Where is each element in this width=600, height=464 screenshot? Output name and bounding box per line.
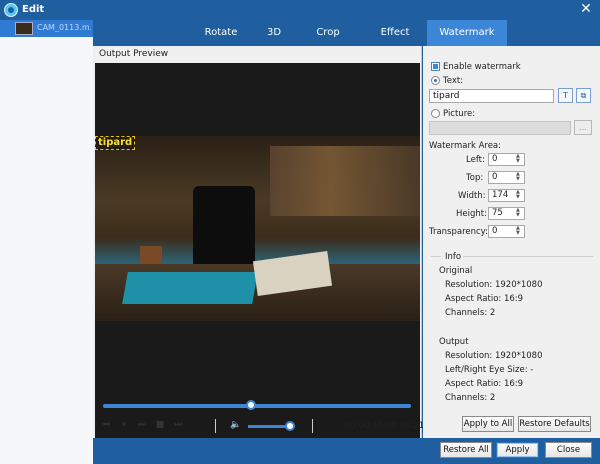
- tab-effect[interactable]: Effect: [363, 20, 427, 46]
- output-heading: Output: [439, 337, 469, 347]
- stop-icon[interactable]: ■: [154, 419, 166, 431]
- playback-controls: ⏮ ⏸ ⏭ ■ ⏭ 🔈 00:00:10/00:00:21: [95, 416, 424, 436]
- left-value: 0: [492, 154, 498, 164]
- watermark-settings-panel: Enable watermark Text: tipard T ⧉ Pictur…: [423, 46, 600, 438]
- info-group-line: [431, 256, 441, 257]
- transparency-stepper[interactable]: 0 ▲ ▼: [488, 225, 525, 238]
- top-label: Top:: [466, 173, 484, 183]
- info-title: Info: [445, 252, 462, 262]
- pause-icon[interactable]: ⏸: [118, 419, 130, 431]
- text-radio[interactable]: [431, 76, 440, 85]
- left-label: Left:: [466, 155, 485, 165]
- restore-all-button[interactable]: Restore All: [440, 442, 492, 458]
- transparency-label: Transparency:: [429, 227, 488, 237]
- enable-watermark-label: Enable watermark: [443, 62, 521, 72]
- stepper-arrows-icon[interactable]: ▲ ▼: [516, 226, 523, 237]
- info-group-line: [463, 256, 593, 257]
- seek-bar[interactable]: [103, 400, 411, 410]
- restore-defaults-button[interactable]: Restore Defaults: [518, 416, 591, 432]
- stepper-arrows-icon[interactable]: ▲ ▼: [516, 154, 523, 165]
- transparency-value: 0: [492, 226, 498, 236]
- top-value: 0: [492, 172, 498, 182]
- app-logo-icon: [4, 3, 18, 17]
- previous-icon[interactable]: ⏮: [100, 419, 112, 431]
- top-stepper[interactable]: 0 ▲ ▼: [488, 171, 525, 184]
- time-display: 00:00:10/00:00:21: [345, 421, 425, 431]
- original-channels: Channels: 2: [445, 308, 496, 318]
- volume-icon[interactable]: 🔈: [230, 419, 242, 431]
- left-stepper[interactable]: 0 ▲ ▼: [488, 153, 525, 166]
- window-title: Edit: [22, 4, 45, 15]
- volume-handle[interactable]: [284, 421, 295, 431]
- file-name: CAM_0113.m...: [37, 23, 91, 32]
- original-aspect-ratio: Aspect Ratio: 16:9: [445, 294, 524, 304]
- enable-watermark-checkbox[interactable]: [431, 62, 440, 71]
- output-eye-size: Left/Right Eye Size: -: [445, 365, 534, 375]
- next-frame-icon[interactable]: ⏭: [136, 419, 148, 431]
- original-resolution: Resolution: 1920*1080: [445, 280, 543, 290]
- end-icon[interactable]: ⏭: [172, 419, 184, 431]
- text-label: Text:: [443, 76, 464, 86]
- apply-button[interactable]: Apply: [496, 442, 539, 458]
- edit-window: Edit ✕ CAM_0113.m... Rotate 3D Crop Effe…: [0, 0, 600, 464]
- preview-panel: Output Preview tipard: [93, 46, 422, 443]
- apply-to-all-button[interactable]: Apply to All: [462, 416, 514, 432]
- video-frame: tipard: [95, 136, 420, 321]
- volume-slider[interactable]: [248, 425, 290, 428]
- controls-divider: [215, 419, 216, 433]
- close-button[interactable]: Close: [545, 442, 592, 458]
- tab-bar: Rotate 3D Crop Effect Watermark: [93, 20, 600, 46]
- stepper-arrows-icon[interactable]: ▲ ▼: [516, 172, 523, 183]
- bookshelf-scene: [270, 146, 420, 216]
- picture-path-input[interactable]: [429, 121, 571, 135]
- height-stepper[interactable]: 75 ▲ ▼: [488, 207, 525, 220]
- picture-label: Picture:: [443, 109, 476, 119]
- teal-box-scene: [122, 272, 258, 304]
- tab-3d[interactable]: 3D: [255, 20, 293, 46]
- width-stepper[interactable]: 174 ▲ ▼: [488, 189, 525, 202]
- tab-watermark[interactable]: Watermark: [427, 20, 507, 46]
- file-list-item[interactable]: CAM_0113.m...: [0, 20, 93, 37]
- controls-divider: [312, 419, 313, 433]
- output-preview-label: Output Preview: [99, 49, 169, 59]
- picture-radio[interactable]: [431, 109, 440, 118]
- video-thumbnail: [15, 22, 33, 35]
- browse-picture-button[interactable]: ...: [574, 120, 592, 135]
- height-value: 75: [492, 208, 503, 218]
- dialog-footer: Restore All Apply Close: [93, 438, 600, 464]
- tab-crop[interactable]: Crop: [293, 20, 363, 46]
- watermark-overlay[interactable]: tipard: [95, 136, 136, 150]
- output-aspect-ratio: Aspect Ratio: 16:9: [445, 379, 524, 389]
- video-preview: tipard: [95, 63, 420, 443]
- output-channels: Channels: 2: [445, 393, 496, 403]
- tab-rotate[interactable]: Rotate: [187, 20, 255, 46]
- file-list: CAM_0113.m...: [0, 20, 93, 464]
- text-color-button[interactable]: ⧉: [576, 88, 591, 103]
- output-resolution: Resolution: 1920*1080: [445, 351, 543, 361]
- original-heading: Original: [439, 266, 473, 276]
- stepper-arrows-icon[interactable]: ▲ ▼: [516, 208, 523, 219]
- watermark-text-input[interactable]: tipard: [429, 89, 554, 103]
- width-value: 174: [492, 190, 509, 200]
- height-label: Height:: [456, 209, 487, 219]
- window-close-button[interactable]: ✕: [578, 1, 594, 17]
- watermark-area-label: Watermark Area:: [429, 141, 502, 151]
- chair-scene: [193, 186, 255, 266]
- title-bar: Edit ✕: [0, 0, 600, 20]
- stepper-arrows-icon[interactable]: ▲ ▼: [516, 190, 523, 201]
- seek-handle[interactable]: [245, 400, 256, 410]
- font-settings-button[interactable]: T: [558, 88, 573, 103]
- width-label: Width:: [458, 191, 486, 201]
